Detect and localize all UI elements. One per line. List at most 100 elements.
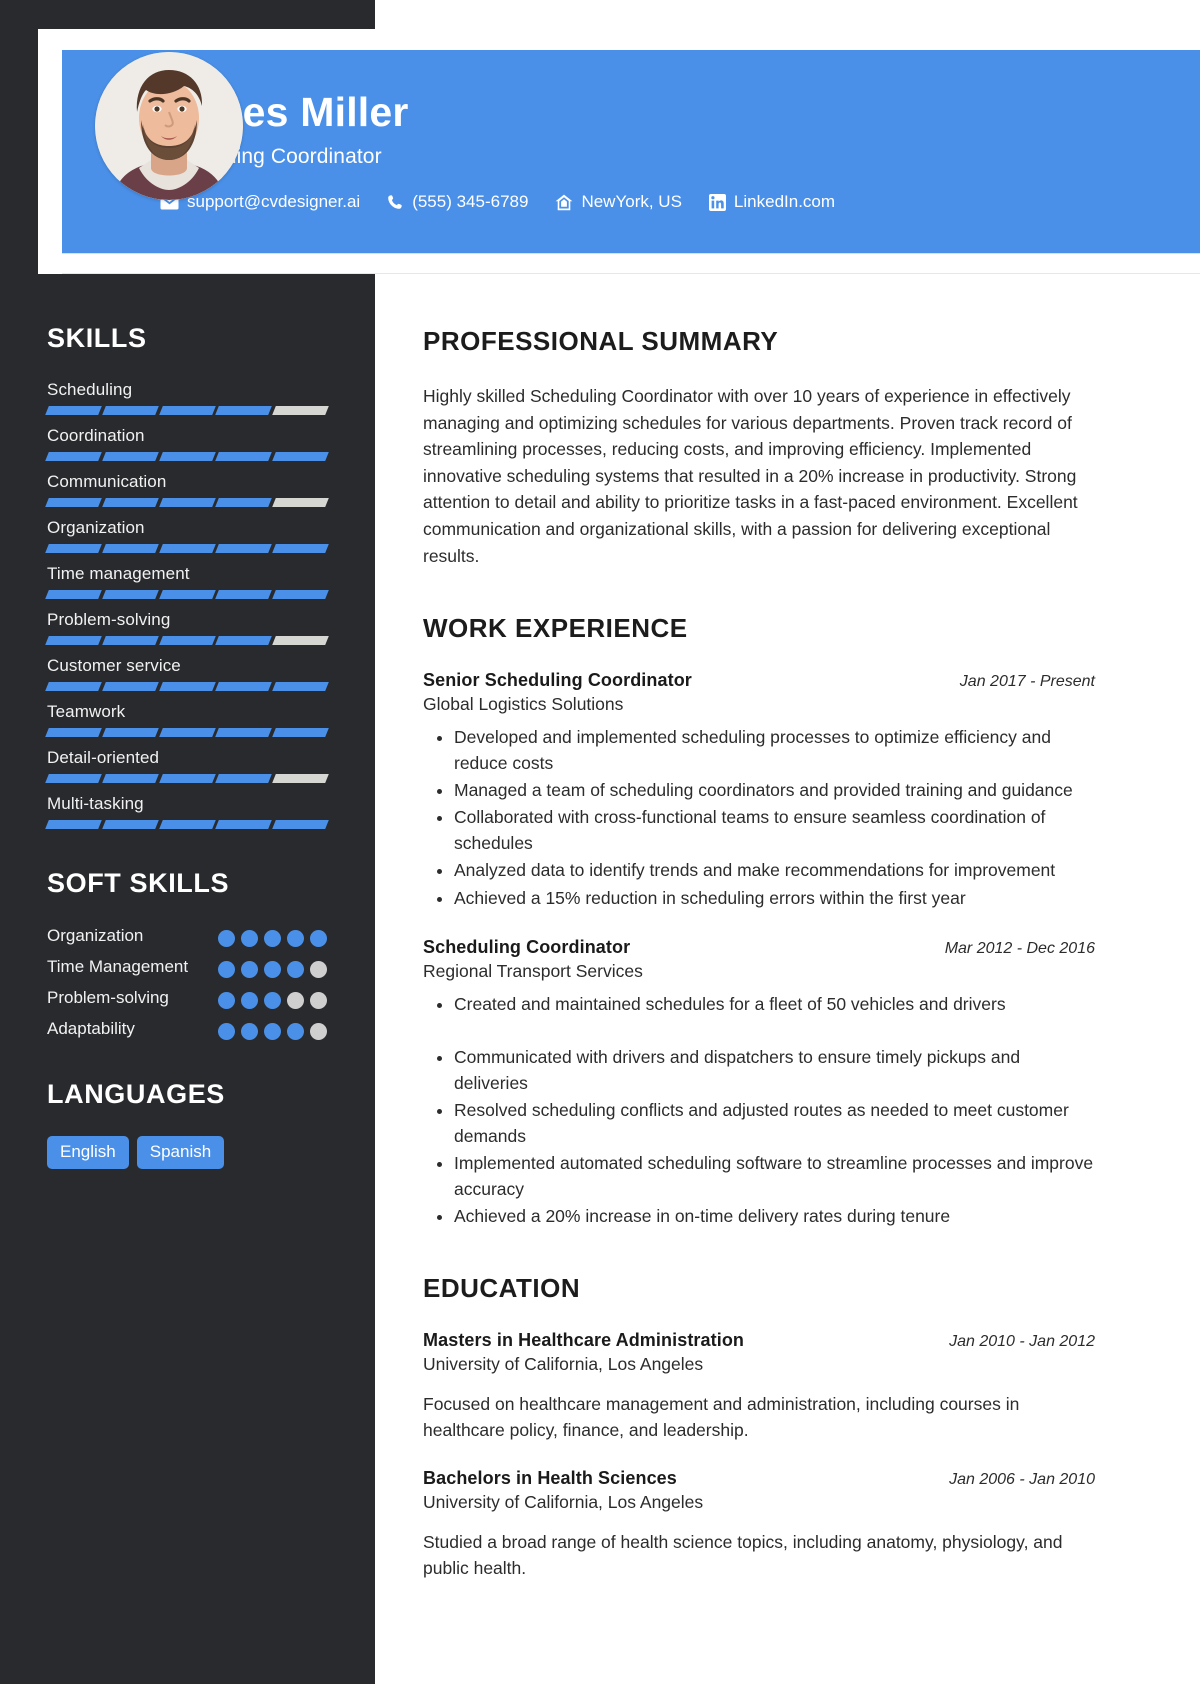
skill-level-bar (45, 406, 329, 415)
summary-heading: PROFESSIONAL SUMMARY (423, 326, 779, 356)
rating-dot (264, 992, 281, 1009)
list-item: Communicated with drivers and dispatcher… (454, 1044, 1095, 1096)
skill-item: Coordination (45, 426, 329, 461)
job-role: Scheduling Coordinator (160, 145, 382, 169)
skill-bar-segment (215, 452, 273, 461)
skill-item: Problem-solving (45, 610, 329, 645)
skill-bar-segment (45, 636, 102, 645)
soft-skill-label: Time Management (47, 957, 189, 976)
skill-bar-segment (158, 406, 216, 415)
skill-bar-segment (45, 820, 102, 829)
education-degree: Bachelors in Health Sciences (423, 1467, 677, 1488)
soft-skill-rating (218, 956, 327, 978)
skill-label: Time management (47, 564, 190, 583)
experience-title: Scheduling Coordinator (423, 936, 631, 957)
skill-bar-segment (215, 820, 273, 829)
rating-dot (218, 961, 235, 978)
skill-level-bar (45, 544, 329, 553)
list-item: Developed and implemented scheduling pro… (454, 724, 1095, 776)
list-item: Achieved a 20% increase in on-time deliv… (454, 1203, 1095, 1229)
soft-skill-item: Organization (47, 925, 327, 947)
skill-bar-segment (215, 728, 273, 737)
skill-label: Problem-solving (47, 610, 171, 629)
skill-bar-segment (45, 774, 102, 783)
skill-bar-segment (215, 774, 273, 783)
list-item: Collaborated with cross-functional teams… (454, 804, 1095, 856)
language-pill[interactable]: English (47, 1136, 129, 1169)
experience-bullets: Created and maintained schedules for a f… (423, 991, 1095, 1230)
skill-level-bar (45, 820, 329, 829)
rating-dot (218, 992, 235, 1009)
skill-bar-segment (215, 636, 273, 645)
skill-level-bar (45, 452, 329, 461)
skills-list: Scheduling Coordination Communication Organ… (45, 380, 329, 829)
skill-bar-segment (215, 544, 273, 553)
soft-skill-item: Time Management (47, 956, 327, 978)
skill-label: Detail-oriented (47, 748, 160, 767)
rating-dot (287, 961, 304, 978)
experience-bullets: Developed and implemented scheduling pro… (423, 724, 1095, 910)
rating-dot (287, 1023, 304, 1040)
education-entry-header: Bachelors in Health Sciences Jan 2006 - J… (423, 1468, 1095, 1489)
skill-item: Teamwork (45, 702, 329, 737)
list-item: Implemented automated scheduling softwar… (454, 1150, 1095, 1202)
skill-bar-segment (272, 636, 329, 645)
contact-phone-text: (555) 345-6789 (412, 192, 529, 212)
contact-linkedin[interactable]: LinkedIn.com (708, 192, 835, 212)
skill-bar-segment (158, 636, 216, 645)
skill-bar-segment (101, 498, 159, 507)
skill-bar-segment (45, 544, 102, 553)
skill-bar-segment (272, 406, 329, 415)
skill-bar-segment (215, 590, 273, 599)
summary-text: Highly skilled Scheduling Coordinator wi… (423, 386, 1078, 566)
skill-bar-segment (101, 820, 159, 829)
list-item: Resolved scheduling conflicts and adjust… (454, 1097, 1095, 1149)
skill-item: Time management (45, 564, 329, 599)
rating-dot (218, 930, 235, 947)
skill-bar-segment (101, 452, 159, 461)
list-item: Achieved a 15% reduction in scheduling e… (454, 885, 1095, 911)
language-pill[interactable]: Spanish (136, 1136, 225, 1169)
skill-bar-segment (101, 544, 159, 553)
skill-bar-segment (272, 774, 329, 783)
experience-date: Mar 2012 - Dec 2016 (944, 939, 1095, 957)
skill-bar-segment (158, 774, 216, 783)
skill-item: Scheduling (45, 380, 329, 415)
soft-skill-label: Adaptability (47, 1019, 135, 1038)
experience-entry-header: Senior Scheduling Coordinator Jan 2017 - … (423, 670, 1095, 691)
contact-phone[interactable]: (555) 345-6789 (387, 192, 528, 212)
skill-label: Organization (47, 518, 145, 537)
avatar (95, 52, 243, 200)
skill-bar-segment (158, 820, 216, 829)
skill-bar-segment (215, 406, 273, 415)
soft-skills-heading: SOFT SKILLS (47, 868, 230, 898)
rating-dot (241, 930, 258, 947)
rating-dot (287, 930, 304, 947)
skill-bar-segment (101, 406, 159, 415)
education-description: Studied a broad range of health science … (423, 1531, 1063, 1578)
soft-skill-item: Adaptability (47, 1018, 327, 1040)
skill-bar-segment (272, 682, 329, 691)
header-text-block: James Miller Scheduling Coordinator supp… (160, 90, 835, 212)
skill-level-bar (45, 498, 329, 507)
experience-list: Senior Scheduling Coordinator Jan 2017 - … (423, 670, 1095, 1229)
education-degree: Masters in Healthcare Administration (423, 1330, 745, 1351)
experience-entry-header: Scheduling Coordinator Mar 2012 - Dec 201… (423, 937, 1095, 958)
rating-dot (310, 930, 327, 947)
skill-bar-segment (45, 406, 102, 415)
skill-bar-segment (272, 544, 329, 553)
main-content: PROFESSIONAL SUMMARY Highly skilled Sche… (375, 283, 1200, 1605)
contact-location-text: NewYork, US (581, 192, 682, 212)
header-divider-lower (62, 273, 1200, 274)
skill-bar-segment (45, 590, 102, 599)
rating-dot (310, 992, 327, 1009)
skill-label: Teamwork (47, 702, 126, 721)
soft-skill-rating (218, 925, 327, 947)
skill-level-bar (45, 728, 329, 737)
languages-list: English Spanish (47, 1136, 327, 1169)
skill-bar-segment (101, 590, 159, 599)
skill-item: Multi-tasking (45, 794, 329, 829)
contact-location[interactable]: NewYork, US (555, 192, 682, 212)
skill-bar-segment (101, 682, 159, 691)
skill-item: Communication (45, 472, 329, 507)
